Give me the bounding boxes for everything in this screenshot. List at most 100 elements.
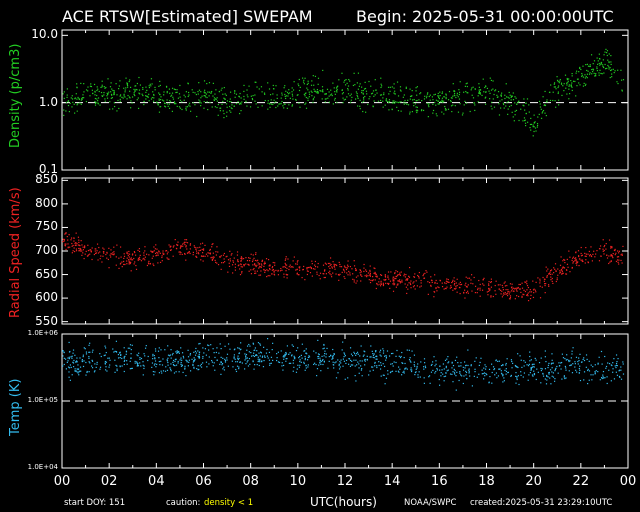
density-point (364, 87, 367, 90)
speed-point (274, 264, 276, 266)
speed-point (126, 257, 128, 259)
density-point (234, 92, 236, 94)
density-point (103, 86, 105, 88)
speed-point (72, 250, 74, 252)
density-point (316, 88, 319, 91)
density-point (237, 101, 239, 103)
temp-point (485, 372, 487, 375)
temp-point (448, 361, 450, 363)
temp-point (587, 368, 589, 370)
speed-point (450, 286, 452, 289)
density-point (381, 85, 383, 87)
density-point (501, 92, 503, 94)
temp-point (476, 376, 478, 378)
speed-point (535, 281, 537, 283)
temp-point (547, 376, 549, 378)
speed-point (555, 280, 557, 283)
speed-point (497, 284, 499, 286)
speed-point (526, 280, 528, 282)
temp-point (175, 351, 177, 353)
density-point (291, 93, 293, 95)
speed-point (241, 258, 243, 260)
temp-point (415, 371, 417, 373)
speed-point (580, 259, 582, 261)
temp-point (540, 367, 542, 370)
temp-point (530, 368, 532, 370)
density-point (554, 86, 557, 88)
speed-point (279, 270, 282, 272)
temp-point (414, 373, 416, 376)
temp-point (151, 362, 154, 364)
density-point (336, 87, 338, 89)
temp-point (350, 353, 353, 355)
speed-point (509, 295, 512, 297)
speed-point (130, 257, 132, 259)
speed-point (152, 263, 154, 265)
speed-point (118, 257, 120, 259)
temp-point (443, 380, 445, 382)
density-point (443, 100, 445, 102)
temp-point (569, 360, 571, 362)
speed-point (585, 246, 587, 249)
density-point (492, 98, 494, 100)
density-point (235, 103, 238, 105)
speed-point (123, 260, 125, 263)
temp-point (552, 362, 554, 364)
density-point (350, 93, 352, 95)
speed-point (544, 278, 546, 281)
density-point (217, 114, 219, 116)
speed-point (488, 284, 490, 286)
speed-point (495, 293, 497, 295)
density-point (536, 126, 538, 128)
density-point (85, 100, 88, 103)
density-point (313, 88, 315, 90)
speed-point (604, 244, 606, 247)
density-point (506, 102, 508, 104)
speed-point (450, 285, 452, 287)
speed-point (166, 257, 168, 259)
speed-point (575, 262, 577, 264)
speed-point (554, 263, 557, 265)
temp-point (604, 355, 606, 358)
speed-point (204, 244, 206, 247)
temp-point (523, 360, 525, 362)
temp-point (208, 356, 210, 358)
temp-point (68, 358, 71, 360)
density-point (156, 101, 158, 104)
speed-point (477, 289, 479, 291)
density-point (181, 108, 183, 111)
temp-point (170, 349, 172, 351)
density-point (494, 89, 497, 91)
temp-point (253, 352, 255, 354)
speed-point (200, 243, 202, 245)
density-point (329, 94, 332, 96)
density-point (203, 101, 205, 103)
speed-point (243, 264, 245, 266)
speed-point (202, 249, 205, 251)
temp-point (530, 359, 532, 361)
density-point (501, 99, 503, 101)
temp-point (373, 357, 375, 359)
speed-point (211, 259, 213, 261)
temp-point (262, 366, 265, 368)
density-point (591, 68, 593, 71)
temp-point (134, 362, 136, 364)
density-point (396, 81, 399, 83)
temp-point (404, 368, 406, 370)
density-point (467, 92, 469, 94)
density-point (131, 102, 133, 104)
density-point (409, 88, 411, 90)
density-point (537, 116, 539, 118)
temp-point (349, 347, 352, 349)
temp-point (272, 359, 274, 362)
density-point (179, 84, 181, 87)
xtick-label: 14 (383, 474, 401, 489)
density-point (510, 104, 512, 107)
temp-point (355, 380, 357, 382)
density-point (139, 84, 142, 86)
density-point (153, 94, 155, 96)
density-point (241, 101, 243, 103)
speed-point (297, 274, 299, 276)
temp-point (233, 357, 235, 359)
speed-point (261, 264, 263, 266)
